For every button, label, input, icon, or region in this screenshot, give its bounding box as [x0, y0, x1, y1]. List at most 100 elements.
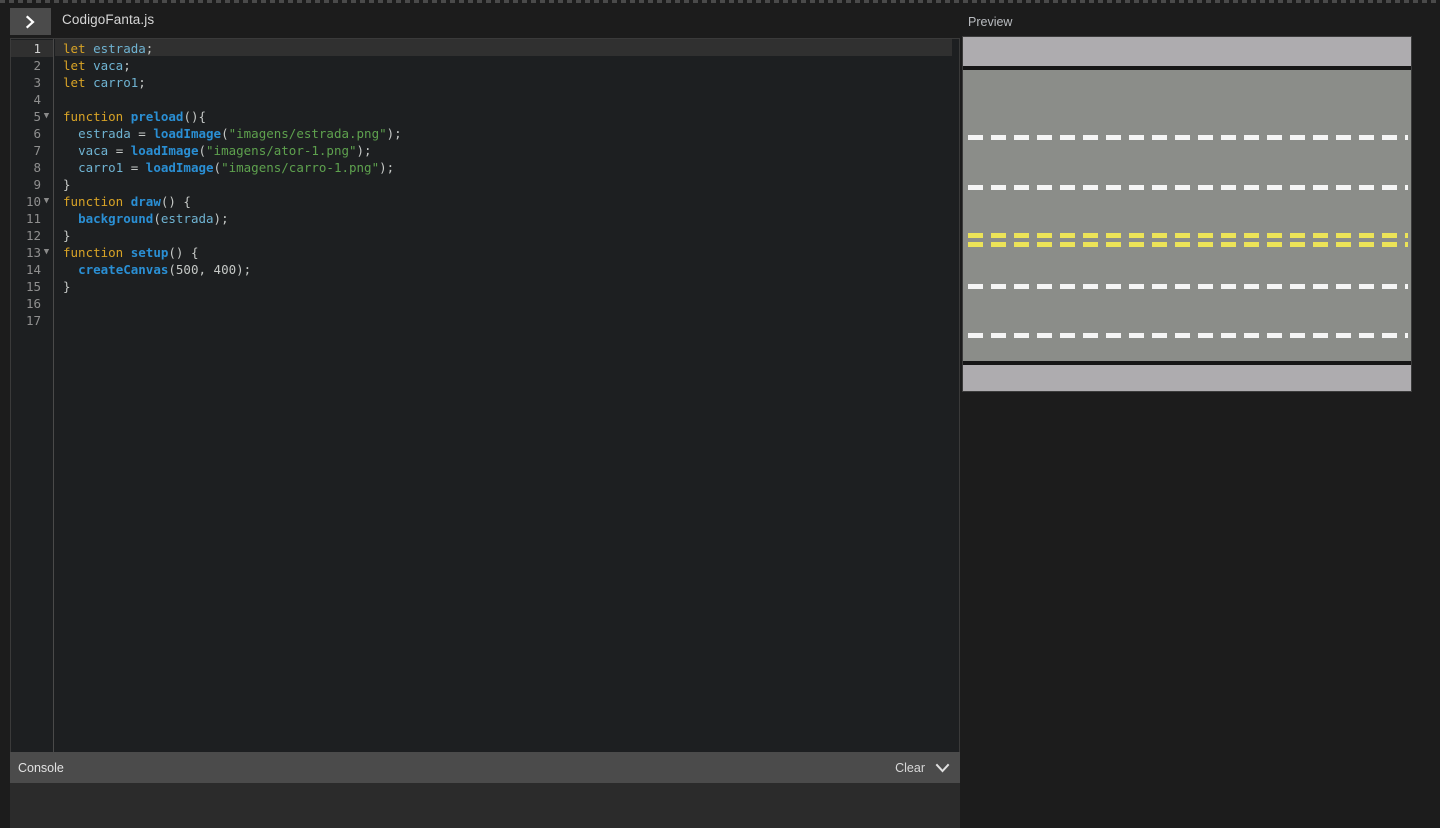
code-line[interactable]	[55, 91, 959, 108]
console-clear-button[interactable]: Clear	[895, 761, 925, 775]
chevron-right-icon[interactable]	[10, 8, 51, 35]
code-line[interactable]: let vaca;	[55, 57, 959, 74]
code-line[interactable]: createCanvas(500, 400);	[55, 261, 959, 278]
token-pun: );	[213, 211, 229, 226]
road-white-dash-3	[968, 284, 1408, 289]
token-pun: );	[386, 126, 402, 141]
token-pun: (	[198, 143, 207, 158]
token-var: vaca	[93, 58, 124, 73]
token-fn: loadImage	[145, 160, 214, 175]
token-op: =	[130, 126, 154, 141]
line-number: 15	[25, 279, 41, 294]
token-fn: background	[78, 211, 154, 226]
token-num: 400	[213, 262, 237, 277]
token-pun	[63, 262, 78, 277]
token-fn: loadImage	[153, 126, 222, 141]
line-number: 10 ▼	[25, 193, 51, 210]
code-line[interactable]: estrada = loadImage("imagens/estrada.png…	[55, 125, 959, 142]
road-yellow-center-1	[968, 233, 1408, 238]
token-str: "imagens/estrada.png"	[228, 126, 387, 141]
sidewalk-top	[963, 37, 1411, 66]
code-line[interactable]	[55, 295, 959, 312]
editor-panel: CodigoFanta.js 1 2 3 4 5 ▼ 6 7 8 9 10 ▼ 11 12 13 ▼ 14 15 1…	[0, 3, 960, 828]
token-fn: preload	[130, 109, 184, 124]
code-line[interactable]: }	[55, 227, 959, 244]
file-tab-codigofanta[interactable]: CodigoFanta.js	[62, 12, 154, 27]
line-number: 5 ▼	[33, 108, 51, 125]
preview-title: Preview	[968, 15, 1013, 29]
token-pun: () {	[160, 194, 191, 209]
token-fn: draw	[130, 194, 161, 209]
token-op: =	[123, 160, 146, 175]
code-line[interactable]: function setup() {	[55, 244, 959, 261]
token-pun: }	[63, 177, 71, 192]
token-kw: let	[63, 58, 86, 73]
line-number: 3	[33, 75, 41, 90]
road-white-dash-1	[968, 135, 1408, 140]
token-pun	[63, 126, 78, 141]
token-var: carro1	[93, 75, 139, 90]
fold-triangle-icon[interactable]: ▼	[42, 244, 51, 261]
code-line[interactable]: }	[55, 278, 959, 295]
token-pun	[86, 41, 94, 56]
line-number: 6	[33, 126, 41, 141]
code-line[interactable]: }	[55, 176, 959, 193]
token-fn: loadImage	[130, 143, 199, 158]
code-line[interactable]: carro1 = loadImage("imagens/carro-1.png"…	[55, 159, 959, 176]
token-var: estrada	[93, 41, 146, 56]
road-white-dash-4	[968, 333, 1408, 338]
token-str: "imagens/ator-1.png"	[206, 143, 357, 158]
token-pun	[86, 75, 94, 90]
code-line[interactable]: let estrada;	[55, 40, 959, 57]
fold-triangle-icon[interactable]: ▼	[42, 108, 51, 125]
preview-panel: Preview	[960, 3, 1440, 828]
token-kw: let	[63, 75, 86, 90]
curb-top	[963, 66, 1411, 70]
token-pun	[63, 160, 78, 175]
token-kw: function	[63, 194, 124, 209]
code-line[interactable]: function preload(){	[55, 108, 959, 125]
preview-stage	[962, 36, 1414, 392]
token-pun	[123, 245, 131, 260]
fold-triangle-icon[interactable]: ▼	[42, 193, 51, 210]
token-pun: (	[213, 160, 222, 175]
token-pun: (){	[183, 109, 207, 124]
line-number: 8	[33, 160, 41, 175]
token-pun	[123, 194, 131, 209]
code-content[interactable]: let estrada; let vaca; let carro1; functio…	[55, 39, 959, 752]
code-editor[interactable]: 1 2 3 4 5 ▼ 6 7 8 9 10 ▼ 11 12 13 ▼ 14 15 16 17 let estrada…	[10, 38, 960, 752]
curb-bottom	[963, 361, 1411, 365]
code-line[interactable]: vaca = loadImage("imagens/ator-1.png");	[55, 142, 959, 159]
token-pun: );	[356, 143, 372, 158]
line-number: 4	[33, 92, 41, 107]
line-number: 11	[25, 211, 41, 226]
line-number: 2	[33, 58, 41, 73]
token-pun: );	[236, 262, 252, 277]
line-number: 12	[25, 228, 41, 243]
token-var: vaca	[78, 143, 109, 158]
token-pun: (	[168, 262, 176, 277]
console-actions: Clear	[895, 761, 950, 775]
road-yellow-center-2	[968, 242, 1408, 247]
token-var: carro1	[78, 160, 124, 175]
line-number: 13 ▼	[25, 244, 51, 261]
token-pun: ;	[138, 75, 146, 90]
road-white-dash-2	[968, 185, 1408, 190]
token-pun	[63, 143, 78, 158]
token-pun: ;	[123, 58, 131, 73]
code-line[interactable]: function draw() {	[55, 193, 959, 210]
p5-canvas[interactable]	[962, 36, 1412, 392]
token-pun: }	[63, 228, 71, 243]
code-line[interactable]: background(estrada);	[55, 210, 959, 227]
console-output[interactable]	[10, 783, 960, 828]
code-line[interactable]: let carro1;	[55, 74, 959, 91]
line-number: 7	[33, 143, 41, 158]
chevron-down-icon[interactable]	[935, 763, 950, 773]
code-line[interactable]	[55, 312, 959, 329]
token-pun: (	[221, 126, 229, 141]
editor-vertical-scrollbar[interactable]	[952, 39, 959, 752]
token-kw: let	[63, 41, 86, 56]
line-number: 16	[25, 296, 41, 311]
chevron-down-glyph	[935, 763, 950, 772]
token-str: "imagens/carro-1.png"	[221, 160, 380, 175]
